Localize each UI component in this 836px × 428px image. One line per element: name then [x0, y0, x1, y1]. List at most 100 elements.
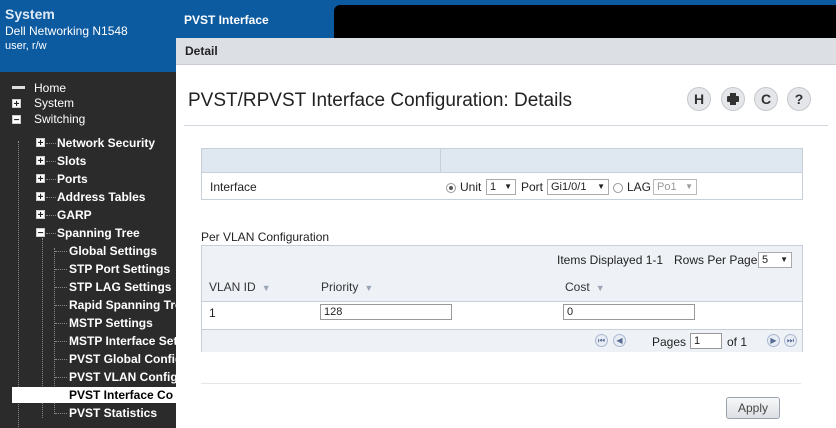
nav-ports[interactable]: Ports [57, 171, 88, 187]
chevron-down-icon: ▼ [685, 182, 693, 191]
pagination-bar: ⏮ ◀ Pages 1 of 1 ▶ ⏭ [202, 329, 802, 352]
tab-pvst-interface-configuration[interactable]: PVST Interface Configuration [176, 5, 336, 57]
nav-home[interactable]: Home [34, 80, 66, 96]
page-title: PVST/RPVST Interface Configuration: Deta… [188, 90, 573, 111]
first-page-icon[interactable]: ⏮ [595, 334, 608, 347]
sort-icon: ▼ [595, 283, 605, 293]
tree-line [55, 359, 67, 360]
page-number-input[interactable]: 1 [690, 333, 722, 349]
sort-icon: ▼ [261, 283, 271, 293]
nav-rapid-spanning-tree[interactable]: Rapid Spanning Tre [69, 297, 176, 313]
pages-label: Pages [652, 335, 687, 349]
next-page-icon[interactable]: ▶ [767, 334, 780, 347]
tree-line [46, 161, 56, 162]
lag-label: LAG [627, 180, 652, 194]
port-select-value: Gi1/0/1 [551, 181, 587, 193]
chevron-down-icon: ▼ [780, 255, 788, 264]
user-info: user, r/w [5, 40, 47, 52]
nav-pvst-statistics[interactable]: PVST Statistics [69, 405, 157, 421]
vlan-section-title: Per VLAN Configuration [201, 230, 330, 244]
lag-radio[interactable] [613, 183, 623, 193]
lag-select[interactable]: Po1 ▼ [653, 179, 697, 195]
expand-icon[interactable]: + [36, 138, 45, 149]
column-header-cost[interactable]: Cost ▼ [565, 280, 605, 294]
interface-label: Interface [210, 180, 257, 194]
page-number-value: 1 [694, 335, 701, 347]
tree-line [55, 377, 67, 378]
port-select[interactable]: Gi1/0/1 ▼ [547, 179, 609, 195]
unit-label: Unit [460, 180, 482, 194]
tree-line [46, 233, 56, 234]
collapse-icon[interactable]: − [12, 115, 21, 126]
device-model: Dell Networking N1548 [5, 24, 128, 38]
print-icon[interactable] [721, 87, 745, 111]
nav-pvst-interface-config[interactable]: PVST Interface Co [12, 387, 176, 403]
unit-select-value: 1 [490, 181, 497, 193]
expand-icon[interactable]: + [36, 210, 45, 221]
system-title: System [5, 6, 55, 22]
navigation-panel: System Dell Networking N1548 user, r/w H… [0, 0, 176, 428]
page-count: of 1 [727, 335, 748, 349]
nav-stp-lag-settings[interactable]: STP LAG Settings [69, 279, 171, 295]
nav-switching[interactable]: Switching [34, 111, 85, 127]
unit-radio[interactable] [446, 183, 456, 193]
tree-line [46, 143, 56, 144]
cost-input[interactable]: 0 [563, 304, 695, 320]
nav-stp-port-settings[interactable]: STP Port Settings [69, 261, 170, 277]
chevron-down-icon: ▼ [597, 182, 605, 191]
nav-spanning-tree[interactable]: Spanning Tree [57, 225, 140, 241]
nav-slots[interactable]: Slots [57, 153, 86, 169]
tree-line [55, 323, 67, 324]
home-icon [12, 86, 25, 89]
nav-mstp-settings[interactable]: MSTP Settings [69, 315, 153, 331]
nav-network-security[interactable]: Network Security [57, 135, 155, 151]
tree-line [55, 251, 67, 252]
nav-pvst-global-config[interactable]: PVST Global Config [69, 351, 176, 367]
priority-input[interactable]: 128 [320, 304, 452, 320]
nav-garp[interactable]: GARP [57, 207, 92, 223]
tree-line [46, 179, 56, 180]
vlan-id-cell: 1 [209, 306, 216, 320]
tab-bar-filler [334, 5, 836, 38]
expand-icon[interactable]: + [36, 192, 45, 203]
help-icon[interactable]: H [687, 87, 711, 111]
rows-per-page-select[interactable]: 5 ▼ [758, 252, 792, 268]
tree-line [46, 215, 56, 216]
last-page-icon[interactable]: ⏭ [784, 334, 797, 347]
expand-icon[interactable]: + [36, 174, 45, 185]
question-icon[interactable]: ? [787, 87, 811, 111]
nav-address-tables[interactable]: Address Tables [57, 189, 145, 205]
column-header-label: Priority [321, 280, 359, 294]
refresh-icon[interactable]: C [754, 87, 778, 111]
tree-line [46, 197, 56, 198]
nav-global-settings[interactable]: Global Settings [69, 243, 157, 259]
vlan-table-header: Items Displayed 1-1 Rows Per Page 5 ▼ VLA… [202, 246, 802, 302]
prev-page-icon[interactable]: ◀ [613, 334, 626, 347]
device-header: System Dell Networking N1548 user, r/w [0, 0, 176, 72]
rows-per-page-label: Rows Per Page [674, 253, 758, 267]
vlan-table-panel: Items Displayed 1-1 Rows Per Page 5 ▼ VLA… [201, 245, 803, 352]
column-header-vlan-id[interactable]: VLAN ID ▼ [209, 280, 271, 294]
column-header-priority[interactable]: Priority ▼ [321, 280, 373, 294]
subtab-detail[interactable]: Detail [185, 44, 218, 58]
nav-pvst-vlan-config[interactable]: PVST VLAN Configu [69, 369, 176, 385]
tree-line [55, 341, 67, 342]
divider [184, 125, 828, 126]
apply-button[interactable]: Apply [726, 397, 780, 419]
collapse-icon[interactable]: − [36, 228, 45, 239]
interface-panel-header [202, 149, 802, 173]
tab-bar: PVST Interface Configuration [176, 0, 836, 57]
tree-line [55, 269, 67, 270]
tree-line [18, 141, 19, 428]
nav-mstp-interface-settings[interactable]: MSTP Interface Sett [69, 333, 176, 349]
column-header-label: Cost [565, 280, 590, 294]
unit-select[interactable]: 1 ▼ [486, 179, 516, 195]
tree-line [55, 305, 67, 306]
expand-icon[interactable]: + [36, 156, 45, 167]
nav-system[interactable]: System [34, 95, 74, 111]
divider [201, 383, 801, 384]
subtab-bar: Detail [176, 38, 836, 65]
expand-icon[interactable]: + [12, 99, 21, 110]
cost-value: 0 [567, 306, 574, 318]
interface-panel: Interface Unit 1 ▼ Port Gi1/0/1 ▼ LAG Po1 ▼ [201, 148, 803, 200]
